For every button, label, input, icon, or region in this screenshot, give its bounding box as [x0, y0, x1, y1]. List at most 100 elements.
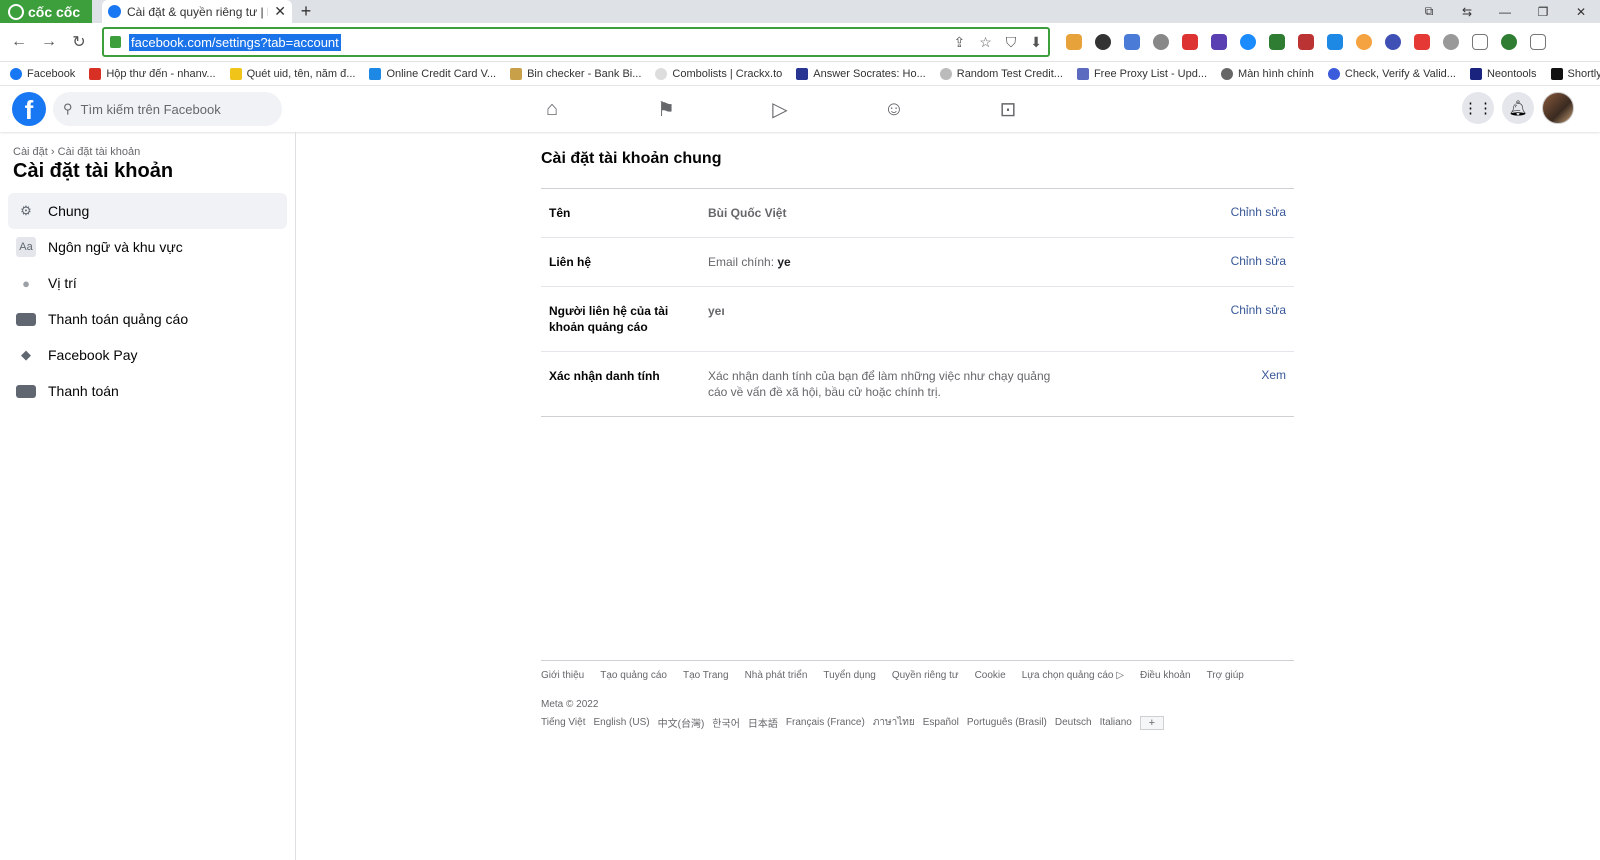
edit-link[interactable]: Chỉnh sửa: [1231, 303, 1286, 335]
extensions-puzzle-icon[interactable]: [1472, 34, 1488, 50]
avatar[interactable]: [1542, 92, 1574, 124]
sidebar-item-location[interactable]: ● Vị trí: [8, 265, 287, 301]
extension-icon[interactable]: [1066, 34, 1082, 50]
edit-link[interactable]: Chỉnh sửa: [1231, 254, 1286, 270]
settings-row-contact[interactable]: Liên hệ Email chính: ye Chỉnh sửa: [541, 238, 1294, 287]
bookmark[interactable]: ShortlyAI | Your AI W...: [1550, 67, 1600, 80]
footer-link[interactable]: Lựa chọn quảng cáo ▷: [1022, 670, 1124, 681]
address-bar[interactable]: facebook.com/settings?tab=account ⇪ ☆ ⛉ …: [102, 27, 1050, 57]
new-tab-button[interactable]: +: [292, 0, 320, 23]
footer-link[interactable]: Tuyển dụng: [823, 670, 875, 681]
language-link[interactable]: 中文(台灣): [658, 715, 705, 730]
groups-icon[interactable]: ☺: [882, 97, 906, 121]
share-icon[interactable]: ⇪: [953, 34, 965, 51]
language-link[interactable]: Deutsch: [1055, 717, 1092, 728]
search-input[interactable]: ⚲ Tìm kiếm trên Facebook: [53, 92, 282, 126]
extension-icon[interactable]: [1269, 34, 1285, 50]
bookmark[interactable]: Online Credit Card V...: [369, 67, 496, 80]
extension-icon[interactable]: [1298, 34, 1314, 50]
footer-link[interactable]: Tạo Trang: [683, 670, 729, 681]
footer-link[interactable]: Tạo quảng cáo: [600, 670, 667, 681]
bookmark[interactable]: Quét uid, tên, năm đ...: [229, 67, 355, 80]
language-link[interactable]: Español: [923, 717, 959, 728]
extension-icon[interactable]: [1211, 34, 1227, 50]
bookmark[interactable]: Combolists | Crackx.to: [655, 67, 782, 80]
bookmark[interactable]: Free Proxy List - Upd...: [1076, 67, 1207, 80]
bookmark[interactable]: Hộp thư đến - nhanv...: [89, 67, 216, 80]
address-url[interactable]: facebook.com/settings?tab=account: [129, 33, 341, 51]
bookmark[interactable]: Màn hình chính: [1221, 67, 1314, 80]
footer-link[interactable]: Nhà phát triển: [745, 670, 808, 681]
footer-link[interactable]: Trợ giúp: [1207, 670, 1244, 681]
menu-grid-icon[interactable]: ⋮⋮: [1462, 92, 1494, 124]
view-link[interactable]: Xem: [1261, 368, 1286, 400]
bookmark[interactable]: Bin checker - Bank Bi...: [510, 67, 641, 80]
extension-icon[interactable]: [1327, 34, 1343, 50]
restore-button[interactable]: ❐: [1524, 0, 1562, 23]
gaming-icon[interactable]: ⊡: [996, 97, 1020, 121]
language-link[interactable]: Português (Brasil): [967, 717, 1047, 728]
bookmark[interactable]: Answer Socrates: Ho...: [796, 67, 926, 80]
language-link[interactable]: ภาษาไทย: [873, 715, 915, 730]
sidebar-title: Cài đặt tài khoản: [13, 160, 174, 182]
bookmark[interactable]: Check, Verify & Valid...: [1327, 67, 1456, 80]
extension-icon[interactable]: [1153, 34, 1169, 50]
language-link[interactable]: 日本語: [748, 715, 778, 730]
browser-tabbar: cốc cốc Cài đặt & quyền riêng tư | Fa ✕ …: [0, 0, 1600, 23]
browser-tab[interactable]: Cài đặt & quyền riêng tư | Fa ✕: [102, 0, 292, 23]
extension-icon[interactable]: [1414, 34, 1430, 50]
settings-row-name[interactable]: Tên Bùi Quốc Việt Chỉnh sửa: [541, 189, 1294, 238]
settings-row-identity[interactable]: Xác nhận danh tính Xác nhận danh tính củ…: [541, 352, 1294, 416]
sidebar-item-facebook-pay[interactable]: ◆ Facebook Pay: [8, 337, 287, 373]
notifications-bell-icon[interactable]: 🔔︎: [1502, 92, 1534, 124]
footer-link[interactable]: Điều khoản: [1140, 670, 1191, 681]
breadcrumb[interactable]: Cài đặt › Cài đặt tài khoản: [8, 146, 287, 158]
bookmark[interactable]: Random Test Credit...: [939, 67, 1063, 80]
pages-flag-icon[interactable]: ⚑: [654, 97, 678, 121]
bookmark-icon: [939, 67, 952, 80]
download-page-icon[interactable]: ⬇: [1030, 34, 1042, 51]
language-current: Tiếng Việt: [541, 717, 586, 728]
footer-link[interactable]: Quyền riêng tư: [892, 670, 959, 681]
edit-link[interactable]: Chỉnh sửa: [1231, 205, 1286, 221]
sidebar-item-ad-payments[interactable]: Thanh toán quảng cáo: [8, 301, 287, 337]
extension-icon[interactable]: [1356, 34, 1372, 50]
facebook-logo-icon[interactable]: f: [12, 92, 46, 126]
language-link[interactable]: English (US): [593, 717, 649, 728]
profile-icon[interactable]: [1501, 34, 1517, 50]
sidebar-item-label: Vị trí: [48, 275, 77, 291]
more-languages-button[interactable]: +: [1139, 715, 1164, 730]
reload-button[interactable]: ↻: [68, 31, 90, 53]
browser-brand[interactable]: cốc cốc: [0, 0, 92, 23]
home-icon[interactable]: ⌂: [540, 97, 564, 121]
extension-icon[interactable]: [1240, 34, 1256, 50]
extension-icon[interactable]: [1443, 34, 1459, 50]
bookmark[interactable]: Neontools: [1469, 67, 1537, 80]
history-icon[interactable]: ⇆: [1448, 0, 1486, 23]
watch-video-icon[interactable]: ▷: [768, 97, 792, 121]
language-link[interactable]: Italiano: [1100, 717, 1132, 728]
screenshot-icon[interactable]: ⧉: [1410, 0, 1448, 23]
close-window-button[interactable]: ✕: [1562, 0, 1600, 23]
extension-icon[interactable]: [1182, 34, 1198, 50]
tab-close-icon[interactable]: ✕: [274, 3, 286, 20]
sidebar-item-label: Chung: [48, 203, 90, 219]
settings-row-ad-contact[interactable]: Người liên hệ của tài khoản quảng cáo ye…: [541, 287, 1294, 352]
sidebar-item-general[interactable]: ⚙ Chung: [8, 193, 287, 229]
bookmark[interactable]: Facebook: [10, 67, 75, 80]
back-button[interactable]: ←: [8, 31, 30, 53]
extension-icon[interactable]: [1124, 34, 1140, 50]
downloads-icon[interactable]: [1530, 34, 1546, 50]
footer-link[interactable]: Cookie: [975, 670, 1006, 681]
shield-icon[interactable]: ⛉: [1006, 34, 1017, 51]
extension-icon[interactable]: [1385, 34, 1401, 50]
sidebar-item-payments[interactable]: Thanh toán: [8, 373, 287, 409]
bookmark-star-icon[interactable]: ☆: [979, 34, 992, 51]
footer-link[interactable]: Giới thiệu: [541, 670, 584, 681]
minimize-button[interactable]: —: [1486, 0, 1524, 23]
extension-icon[interactable]: [1095, 34, 1111, 50]
sidebar-item-language[interactable]: Aa Ngôn ngữ và khu vực: [8, 229, 287, 265]
forward-button[interactable]: →: [38, 31, 60, 53]
language-link[interactable]: 한국어: [712, 715, 740, 730]
language-link[interactable]: Français (France): [786, 717, 865, 728]
